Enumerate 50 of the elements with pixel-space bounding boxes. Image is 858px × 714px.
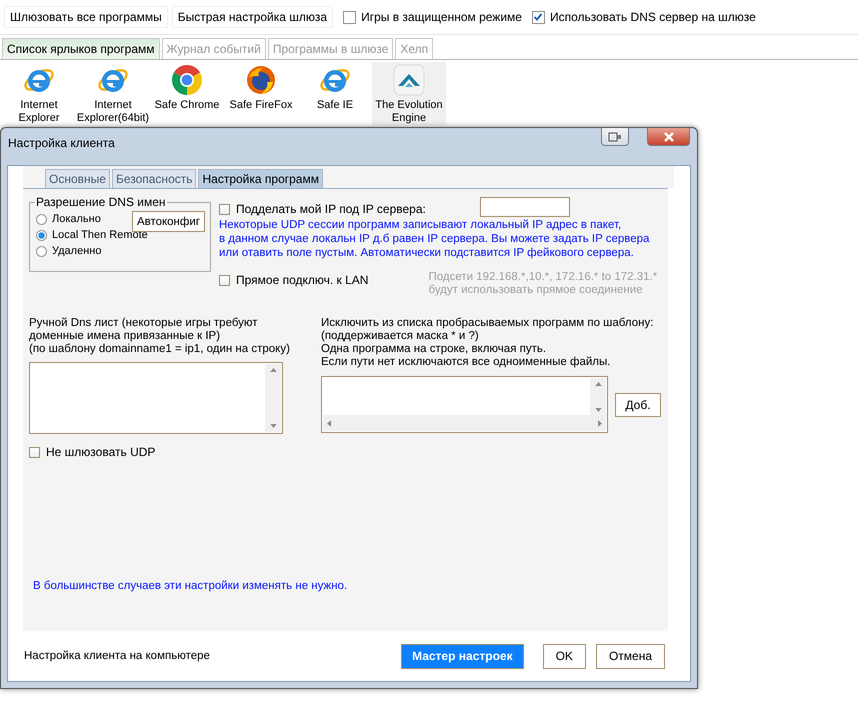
checkmark-icon xyxy=(533,12,544,22)
shortcut-item[interactable]: Internet Explorer xyxy=(2,62,76,125)
radio-option[interactable]: Удаленно xyxy=(36,245,102,257)
tab[interactable]: Безопасность xyxy=(112,169,196,188)
checkbox[interactable]: Прямое подключ. к LAN xyxy=(219,273,368,287)
close-icon xyxy=(662,132,674,142)
dialog-button[interactable]: Мастер настроек xyxy=(401,644,524,668)
shortcut-item[interactable]: The Evolution Engine xyxy=(372,62,446,125)
checkbox[interactable]: Подделать мой IP под IP сервера: xyxy=(219,202,426,216)
dialog-button[interactable]: OK xyxy=(542,644,586,668)
shortcut-item[interactable]: Safe IE xyxy=(298,62,372,125)
window-icon xyxy=(608,132,622,142)
dialog-button[interactable]: Отмена xyxy=(596,644,665,668)
scroll-down-icon[interactable] xyxy=(270,424,276,428)
window-title: Настройка клиента xyxy=(8,136,116,150)
text-area[interactable] xyxy=(29,362,283,434)
firefox-icon xyxy=(245,64,277,96)
checkbox[interactable]: Не шлюзовать UDP xyxy=(29,445,317,459)
field-label: Исключить из списка пробрасываемых программ по шаблону: (поддерживается маска * и ?) Одна программа на строке, включая путь. Если пути нет исключаются все одноименные файлы. xyxy=(321,317,654,369)
group-title: Разрешение DNS имен xyxy=(35,195,167,209)
toolbar-button[interactable]: Шлюзовать все программы xyxy=(4,6,168,28)
chrome-icon xyxy=(171,64,203,96)
text-area[interactable] xyxy=(321,376,608,433)
status-text: Настройка клиента на компьютере xyxy=(24,650,211,662)
shortcut-item[interactable]: Internet Explorer(64bit) xyxy=(76,62,150,125)
close-button[interactable] xyxy=(647,128,690,146)
radio-option[interactable]: Локально xyxy=(36,213,101,225)
field-label: Ручной Dns лист (некоторые игры требуют доменные имена привязанные к IP) (по шаблону domainname1 = ip1, один на строку) xyxy=(29,317,291,356)
app-icon xyxy=(393,64,425,96)
info-text: Некоторые UDP сессии программ записывают локальный IP адрес в пакет, в данном случае локальн IP д.б равен IP сервера. Вы можете задать IP сервера или отавить поле пустым. Автоматически подставится IP фейкового сервера. xyxy=(219,218,650,260)
restore-button[interactable] xyxy=(601,128,629,146)
add-button[interactable]: Доб. xyxy=(615,392,661,416)
tab[interactable]: Основные xyxy=(45,169,110,188)
radio-option[interactable]: Local Then Remote xyxy=(36,229,148,241)
toolbar-button[interactable]: Быстрая настройка шлюза xyxy=(172,6,334,28)
scroll-left-icon[interactable] xyxy=(327,420,331,426)
ip-field[interactable] xyxy=(480,197,570,217)
info-text: Подсети 192.168.*,10.*, 172.16.* to 172.31.* будут использовать прямое соединение xyxy=(428,271,658,297)
scroll-up-icon[interactable] xyxy=(594,382,602,386)
scroll-up-icon[interactable] xyxy=(270,368,276,372)
shortcut-item[interactable]: Safe Chrome xyxy=(150,62,224,125)
toolbar-checkbox[interactable]: Использовать DNS сервер на шлюзе xyxy=(532,10,756,24)
tab[interactable]: Настройка программ xyxy=(198,169,323,188)
shortcut-item[interactable]: Safe FireFox xyxy=(224,62,298,125)
tab[interactable]: Список ярлыков программ xyxy=(2,38,160,59)
toolbar-checkbox[interactable]: Игры в защищенном режиме xyxy=(343,10,522,24)
autoconfig-button[interactable]: Автоконфиг xyxy=(132,211,205,232)
scroll-down-icon[interactable] xyxy=(594,408,602,412)
scroll-right-icon[interactable] xyxy=(598,420,602,426)
hint-text: В большинстве случаев эти настройки изменять не нужно. xyxy=(33,580,348,592)
